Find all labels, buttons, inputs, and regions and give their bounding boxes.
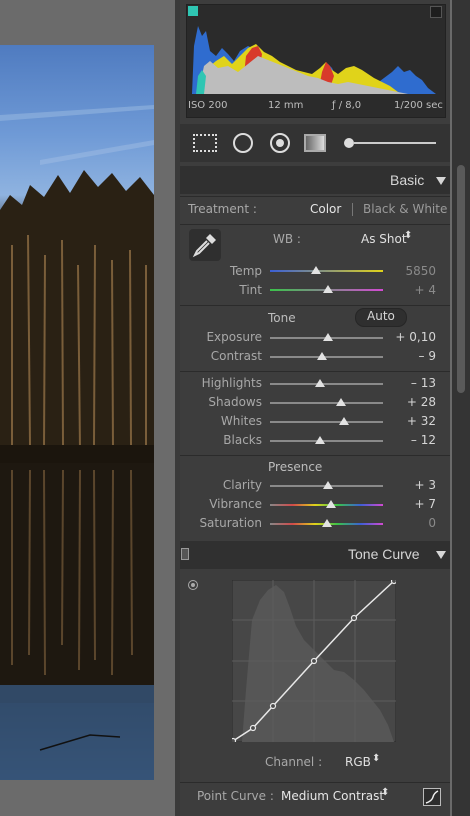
basic-title: Basic bbox=[390, 172, 425, 188]
channel-dropdown[interactable]: RGB bbox=[345, 755, 371, 769]
exposure-slider-thumb[interactable] bbox=[323, 333, 333, 341]
targeted-adjustment-icon[interactable] bbox=[188, 580, 198, 590]
saturation-label: Saturation bbox=[199, 516, 262, 530]
channel-dropdown-arrows-icon[interactable]: ⬍ bbox=[372, 753, 380, 764]
tone-curve-collapse-icon[interactable] bbox=[436, 551, 446, 559]
photo-preview[interactable] bbox=[0, 45, 154, 780]
vibrance-value[interactable]: + 7 bbox=[390, 497, 436, 511]
highlight-clipping-toggle[interactable] bbox=[430, 6, 442, 18]
point-curve-dropdown-arrows-icon[interactable]: ⬍ bbox=[381, 787, 389, 798]
crop-tool-icon[interactable] bbox=[193, 134, 217, 152]
contrast-slider-thumb[interactable] bbox=[317, 352, 327, 360]
histogram-graph bbox=[192, 26, 436, 94]
separator bbox=[180, 224, 450, 225]
adjustment-brush-icon[interactable] bbox=[344, 138, 354, 148]
contrast-label: Contrast bbox=[210, 349, 262, 363]
treatment-color-option[interactable]: Color bbox=[310, 202, 341, 216]
shadows-slider[interactable] bbox=[270, 402, 383, 404]
graduated-filter-icon[interactable] bbox=[304, 134, 326, 152]
whites-slider[interactable] bbox=[270, 421, 383, 423]
whites-slider-thumb[interactable] bbox=[339, 417, 349, 425]
wb-dropdown[interactable]: As Shot bbox=[361, 232, 407, 246]
auto-tone-label: Auto bbox=[367, 309, 395, 323]
white-balance-picker-icon[interactable] bbox=[188, 228, 222, 262]
channel-label: Channel : bbox=[265, 755, 323, 769]
tint-label: Tint bbox=[239, 283, 262, 297]
exposure-label: Exposure bbox=[206, 330, 262, 344]
blacks-slider[interactable] bbox=[270, 440, 383, 442]
saturation-slider-thumb[interactable] bbox=[322, 519, 332, 527]
temp-value[interactable]: 5850 bbox=[390, 264, 436, 278]
vibrance-slider-thumb[interactable] bbox=[326, 500, 336, 508]
tone-curve-title: Tone Curve bbox=[348, 546, 420, 562]
contrast-value[interactable]: – 9 bbox=[390, 349, 436, 363]
treatment-bw-option[interactable]: Black & White bbox=[363, 202, 447, 216]
scrollbar-thumb[interactable] bbox=[457, 165, 465, 393]
tint-slider-thumb[interactable] bbox=[323, 285, 333, 293]
spot-removal-icon[interactable] bbox=[233, 133, 253, 153]
shadows-slider-thumb[interactable] bbox=[336, 398, 346, 406]
tint-value[interactable]: + 4 bbox=[390, 283, 436, 297]
temp-slider-thumb[interactable] bbox=[311, 266, 321, 274]
shadows-label: Shadows bbox=[208, 395, 262, 409]
clarity-slider-thumb[interactable] bbox=[323, 481, 333, 489]
focal-length: 12 mm bbox=[268, 100, 304, 111]
treatment-label: Treatment : bbox=[188, 202, 257, 216]
blacks-value[interactable]: – 12 bbox=[390, 433, 436, 447]
red-eye-icon[interactable] bbox=[270, 133, 290, 153]
whites-value[interactable]: + 32 bbox=[390, 414, 436, 428]
exposure-value[interactable]: + 0,10 bbox=[390, 330, 436, 344]
edit-point-curve-icon[interactable] bbox=[423, 788, 441, 806]
whites-label: Whites bbox=[220, 414, 262, 428]
clarity-value[interactable]: + 3 bbox=[390, 478, 436, 492]
shutter-speed: 1/200 sec bbox=[394, 100, 443, 111]
highlights-slider[interactable] bbox=[270, 383, 383, 385]
saturation-value[interactable]: 0 bbox=[390, 516, 436, 530]
shadow-clipping-toggle[interactable] bbox=[188, 6, 198, 16]
panel-scrollbar[interactable] bbox=[452, 0, 470, 816]
vibrance-label: Vibrance bbox=[209, 497, 262, 511]
separator bbox=[180, 196, 450, 197]
point-curve-dropdown[interactable]: Medium Contrast bbox=[281, 789, 384, 803]
point-curve-label: Point Curve : bbox=[197, 789, 274, 803]
highlights-label: Highlights bbox=[201, 376, 262, 390]
clarity-label: Clarity bbox=[222, 478, 262, 492]
wb-dropdown-arrows-icon[interactable]: ⬍ bbox=[404, 230, 412, 241]
shadows-value[interactable]: + 28 bbox=[390, 395, 436, 409]
highlights-slider-thumb[interactable] bbox=[315, 379, 325, 387]
tone-title: Tone bbox=[268, 311, 296, 325]
separator bbox=[180, 305, 450, 306]
blacks-label: Blacks bbox=[223, 433, 262, 447]
wb-label: WB : bbox=[273, 232, 301, 246]
blacks-slider-thumb[interactable] bbox=[315, 436, 325, 444]
photo-image bbox=[0, 105, 154, 780]
adjustment-brush-handle bbox=[354, 142, 436, 144]
iso-value: ISO 200 bbox=[188, 100, 228, 111]
presence-title: Presence bbox=[268, 460, 323, 474]
separator bbox=[180, 782, 450, 783]
highlights-value[interactable]: – 13 bbox=[390, 376, 436, 390]
temp-label: Temp bbox=[230, 264, 262, 278]
tone-curve-graph[interactable] bbox=[232, 580, 396, 742]
temp-slider[interactable] bbox=[270, 270, 383, 272]
treatment-divider bbox=[352, 203, 353, 216]
separator bbox=[180, 455, 450, 456]
basic-collapse-icon[interactable] bbox=[436, 177, 446, 185]
separator bbox=[180, 371, 450, 372]
aperture-value: ƒ / 8,0 bbox=[332, 100, 362, 111]
tone-curve-toggle-icon[interactable] bbox=[181, 548, 189, 560]
